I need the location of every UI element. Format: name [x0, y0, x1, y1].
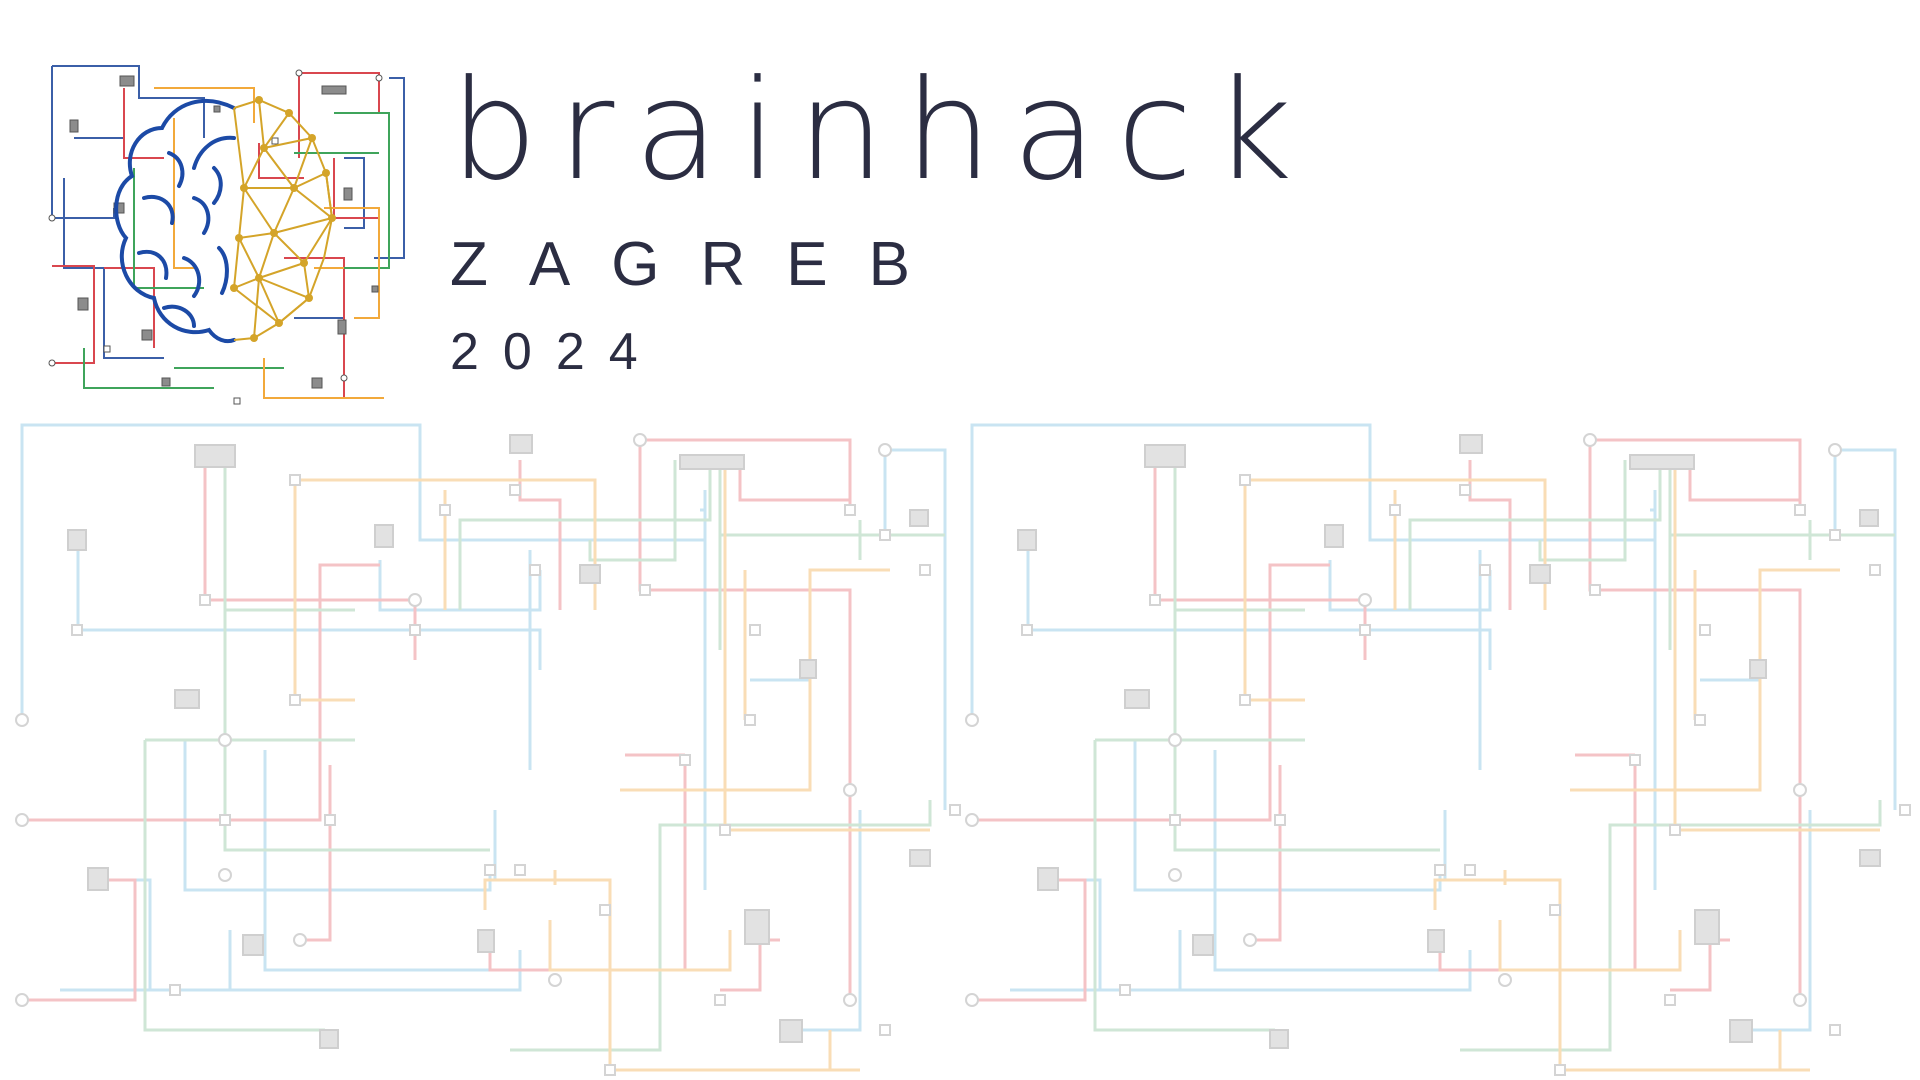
brain-circuit-logo-icon: [48, 65, 405, 405]
brand-city: ZAGREB: [450, 230, 951, 299]
wordmark: brainhack ZAGREB 2024: [450, 50, 1313, 381]
brand-name: brainhack: [450, 50, 1313, 211]
circuit-board-pattern-icon: [14, 423, 1912, 1077]
brand-year: 2024: [450, 323, 662, 381]
banner: brainhack ZAGREB 2024: [0, 0, 1920, 1080]
